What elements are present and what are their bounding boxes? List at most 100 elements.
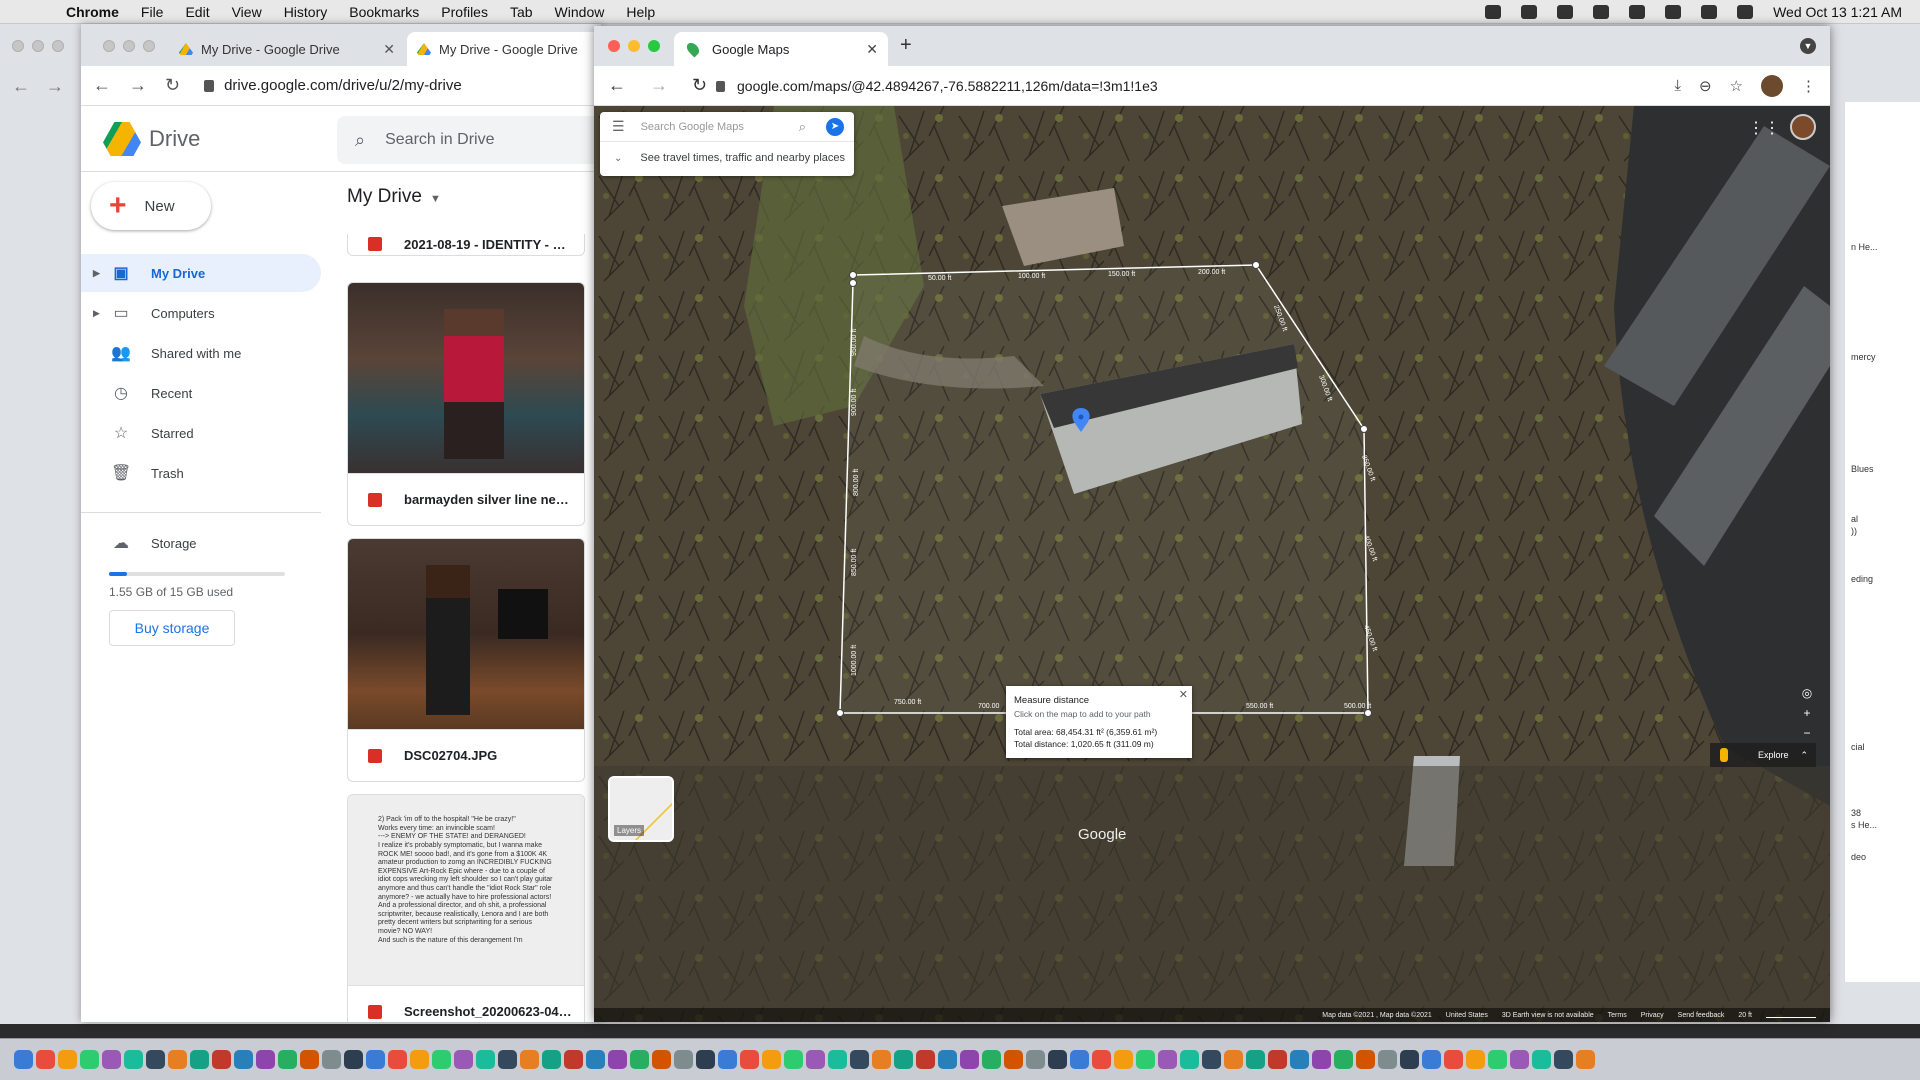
dock-app-icon[interactable] (36, 1050, 55, 1069)
maps-search-input[interactable]: Search Google Maps (641, 121, 744, 133)
forward-icon[interactable]: → (129, 75, 147, 96)
dock-app-icon[interactable] (146, 1050, 165, 1069)
dock-app-icon[interactable] (542, 1050, 561, 1069)
dock-app-icon[interactable] (1466, 1050, 1485, 1069)
file-card[interactable]: 2) Pack 'im off to the hospital! "He be … (347, 794, 585, 1022)
dock-app-icon[interactable] (564, 1050, 583, 1069)
terms-link[interactable]: Terms (1608, 1012, 1627, 1019)
expand-arrow-icon[interactable]: ▶ (93, 308, 100, 319)
dock-app-icon[interactable] (1136, 1050, 1155, 1069)
dock-app-icon[interactable] (1444, 1050, 1463, 1069)
dock-app-icon[interactable] (14, 1050, 33, 1069)
dock-app-icon[interactable] (1180, 1050, 1199, 1069)
dock-app-icon[interactable] (1488, 1050, 1507, 1069)
drive-search[interactable]: ⌕ Search in Drive (337, 116, 601, 164)
minimize-button[interactable] (32, 40, 44, 52)
dock-app-icon[interactable] (894, 1050, 913, 1069)
dock-app-icon[interactable] (322, 1050, 341, 1069)
dock-app-icon[interactable] (344, 1050, 363, 1069)
dock-app-icon[interactable] (432, 1050, 451, 1069)
dock-app-icon[interactable] (850, 1050, 869, 1069)
menu-bookmarks[interactable]: Bookmarks (349, 4, 419, 20)
install-icon[interactable]: ⤓ (1674, 77, 1681, 94)
close-button[interactable] (12, 40, 24, 52)
url-field[interactable]: drive.google.com/drive/u/2/my-drive (204, 77, 462, 94)
measure-vertex[interactable] (849, 271, 857, 279)
dock-app-icon[interactable] (1268, 1050, 1287, 1069)
close-tab-icon[interactable]: ✕ (866, 41, 878, 58)
pegman-icon[interactable] (1720, 748, 1728, 762)
close-button[interactable] (608, 40, 620, 52)
measure-vertex[interactable] (849, 279, 857, 287)
menu-profiles[interactable]: Profiles (441, 4, 488, 20)
measure-vertex[interactable] (1360, 425, 1368, 433)
dock-app-icon[interactable] (1356, 1050, 1375, 1069)
file-card[interactable]: 2021-08-19 - IDENTITY - Co... (347, 234, 585, 256)
back-icon[interactable]: ← (608, 75, 626, 96)
dock-app-icon[interactable] (388, 1050, 407, 1069)
dock-app-icon[interactable] (872, 1050, 891, 1069)
zoom-button[interactable] (52, 40, 64, 52)
status-icon[interactable] (1521, 5, 1538, 19)
dock-app-icon[interactable] (102, 1050, 121, 1069)
apps-grid-icon[interactable]: ⋮⋮ (1748, 118, 1780, 138)
measure-vertex[interactable] (836, 709, 844, 717)
dock-app-icon[interactable] (1554, 1050, 1573, 1069)
forward-icon[interactable]: → (46, 76, 64, 97)
menu-file[interactable]: File (141, 4, 164, 20)
dock-app-icon[interactable] (1510, 1050, 1529, 1069)
dock-app-icon[interactable] (278, 1050, 297, 1069)
reload-icon[interactable]: ↻ (692, 75, 707, 96)
profile-avatar[interactable] (1761, 74, 1783, 97)
tab-search-icon[interactable]: ▼ (1800, 38, 1816, 54)
dock-app-icon[interactable] (1422, 1050, 1441, 1069)
dock-app-icon[interactable] (1532, 1050, 1551, 1069)
sidebar-item-trash[interactable]: 🗑 Trash (81, 454, 321, 492)
dock-app-icon[interactable] (652, 1050, 671, 1069)
menu-icon[interactable]: ⋮ (1801, 77, 1816, 95)
dock-app-icon[interactable] (1004, 1050, 1023, 1069)
sidebar-item-starred[interactable]: ☆ Starred (81, 414, 321, 452)
zoom-out-icon[interactable]: − (1803, 726, 1810, 740)
zoom-icon[interactable]: ⊖ (1699, 77, 1712, 95)
explore-bar[interactable]: Explore ⌃ (1710, 743, 1816, 767)
bookmark-star-icon[interactable]: ☆ (1730, 77, 1743, 95)
dock-app-icon[interactable] (1158, 1050, 1177, 1069)
tab-google-maps[interactable]: Google Maps ✕ (674, 32, 888, 66)
dock-app-icon[interactable] (168, 1050, 187, 1069)
sidebar-item-my-drive[interactable]: ▶ ▣ My Drive (81, 254, 321, 292)
chevron-icon[interactable]: ⌃ (1800, 750, 1808, 761)
buy-storage-button[interactable]: Buy storage (109, 610, 235, 646)
privacy-link[interactable]: Privacy (1641, 1012, 1664, 1019)
dock-app-icon[interactable] (1026, 1050, 1045, 1069)
scale-label[interactable]: 20 ft (1738, 1012, 1752, 1019)
dock-app-icon[interactable] (212, 1050, 231, 1069)
sidebar-item-storage[interactable]: ☁ Storage (81, 524, 321, 562)
dock-app-icon[interactable] (1048, 1050, 1067, 1069)
sidebar-item-recent[interactable]: ◷ Recent (81, 374, 321, 412)
zoom-button[interactable] (648, 40, 660, 52)
dock-app-icon[interactable] (806, 1050, 825, 1069)
reload-icon[interactable]: ↻ (165, 75, 180, 96)
dock-app-icon[interactable] (828, 1050, 847, 1069)
dock-app-icon[interactable] (674, 1050, 693, 1069)
drive-logo-icon[interactable] (103, 122, 141, 156)
drive-brand[interactable]: Drive (149, 126, 200, 152)
my-location-icon[interactable]: ◎ (1802, 686, 1812, 700)
zoom-button[interactable] (143, 40, 155, 52)
new-button[interactable]: + New (91, 182, 211, 230)
dock-app-icon[interactable] (630, 1050, 649, 1069)
close-tab-icon[interactable]: ✕ (383, 41, 395, 58)
status-icon[interactable] (1557, 5, 1574, 19)
zoom-in-icon[interactable]: + (1803, 706, 1810, 720)
minimize-button[interactable] (123, 40, 135, 52)
status-icon[interactable] (1485, 5, 1502, 19)
chevron-down-icon[interactable]: ⌄ (614, 153, 622, 164)
expand-arrow-icon[interactable]: ▶ (93, 268, 100, 279)
menu-view[interactable]: View (232, 4, 262, 20)
dropdown-icon[interactable]: ▼ (430, 193, 441, 205)
dock-app-icon[interactable] (762, 1050, 781, 1069)
menu-history[interactable]: History (284, 4, 328, 20)
travel-hint-row[interactable]: ⌄ See travel times, traffic and nearby p… (600, 142, 854, 174)
country-label[interactable]: United States (1446, 1012, 1488, 1019)
